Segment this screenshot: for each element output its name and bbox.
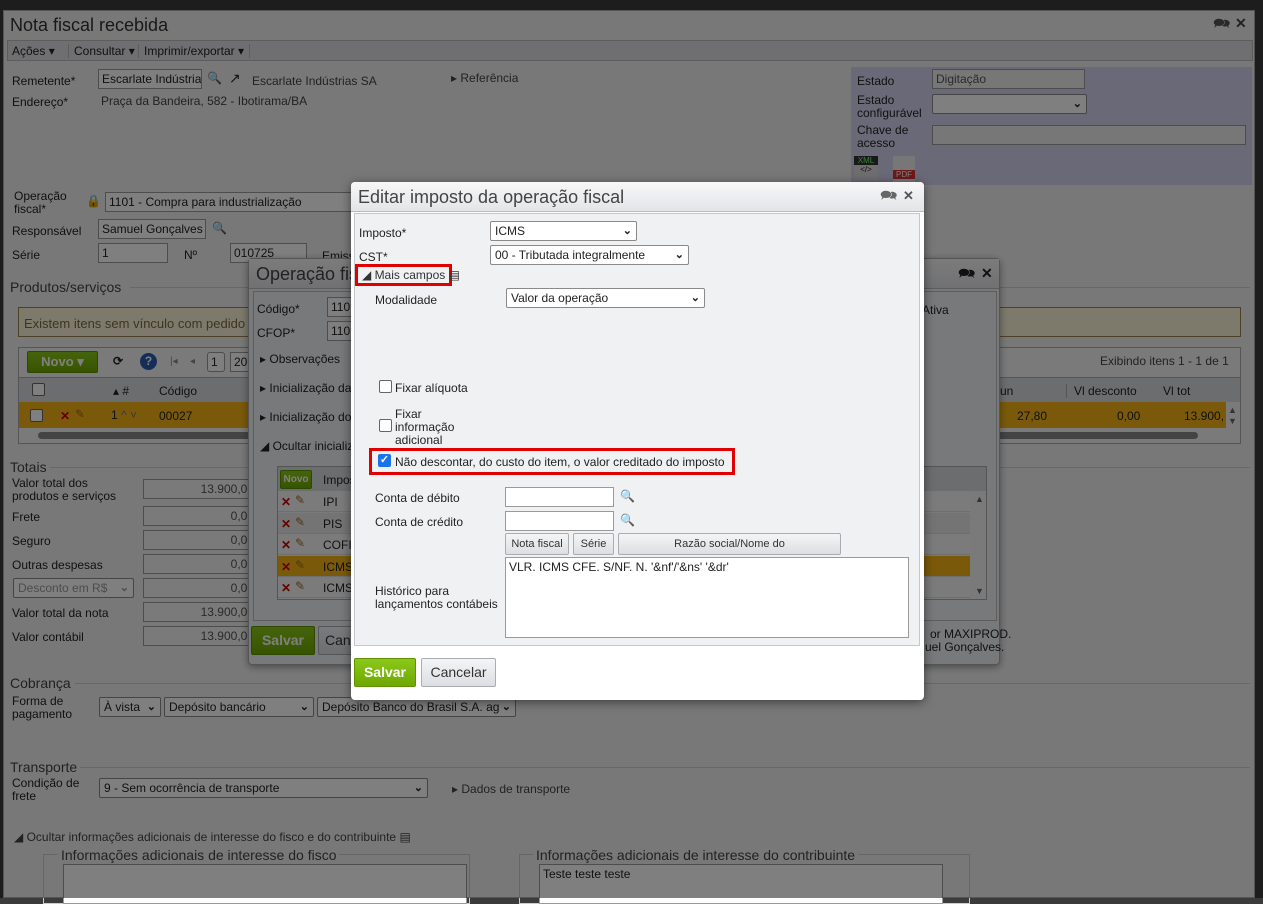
mais-campos-toggle[interactable]: ◢ Mais campos ▤	[362, 268, 460, 282]
chat-icon[interactable]: 🗪	[880, 188, 897, 202]
fixar-info-label: Fixar informação adicional	[395, 407, 455, 447]
close-icon[interactable]: ✕	[903, 189, 914, 202]
tag-razao-social-button[interactable]: Razão social/Nome do remetente/destinatá…	[618, 533, 841, 570]
nao-descontar-label: Não descontar, do custo do item, o valor…	[395, 455, 725, 469]
cst-select[interactable]: 00 - Tributada integralmente ⌄	[490, 245, 689, 265]
imposto-label: Imposto*	[359, 226, 407, 240]
tag-nota-fiscal-button[interactable]: Nota fiscal	[505, 533, 569, 555]
historico-textarea[interactable]: VLR. ICMS CFE. S/NF. N. '&nf'/'&ns' '&dr…	[505, 557, 909, 638]
search-icon[interactable]: 🔍	[620, 490, 635, 502]
salvar-button[interactable]: Salvar	[354, 658, 416, 687]
tag-serie-button[interactable]: Série	[573, 533, 614, 555]
nao-descontar-checkbox[interactable]: ✓	[378, 454, 391, 467]
conta-credito-input[interactable]	[505, 511, 614, 531]
conta-debito-label: Conta de débito	[375, 491, 460, 505]
modalidade-select[interactable]: Valor da operação ⌄	[506, 288, 705, 308]
conta-credito-label: Conta de crédito	[375, 515, 464, 529]
cst-label: CST*	[359, 250, 388, 264]
modalidade-label: Modalidade	[375, 293, 438, 307]
fixar-aliquota-checkbox[interactable]	[379, 380, 392, 393]
search-icon[interactable]: 🔍	[620, 514, 635, 526]
imposto-select[interactable]: ICMS ⌄	[490, 221, 637, 241]
fixar-aliquota-label: Fixar alíquota	[395, 381, 468, 395]
cancelar-button[interactable]: Cancelar	[421, 658, 496, 687]
dialog-title: Editar imposto da operação fiscal	[358, 187, 625, 207]
historico-label: Histórico para lançamentos contábeis	[375, 584, 498, 611]
conta-debito-input[interactable]	[505, 487, 614, 507]
fixar-info-checkbox[interactable]	[379, 419, 392, 432]
